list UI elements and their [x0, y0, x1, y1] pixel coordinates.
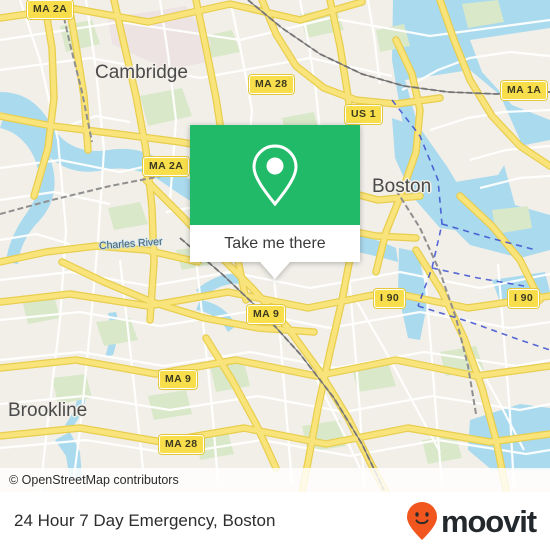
highway-shield[interactable]: MA 9 — [159, 370, 198, 389]
osm-attribution-text[interactable]: © OpenStreetMap contributors — [0, 473, 179, 487]
highway-shield[interactable]: MA 9 — [247, 305, 286, 324]
moovit-logo[interactable]: moovit — [405, 501, 537, 541]
highway-shield[interactable]: MA 28 — [249, 75, 294, 94]
highway-shield[interactable]: I 90 — [508, 289, 540, 308]
callout-icon-area — [190, 125, 360, 225]
moovit-wordmark: moovit — [440, 503, 537, 539]
map-place-label: Boston — [372, 176, 432, 197]
location-callout-card[interactable]: Take me there — [190, 125, 360, 279]
highway-shield[interactable]: US 1 — [345, 105, 382, 124]
highway-shield[interactable]: MA 1A — [501, 81, 548, 100]
map-place-label: Cambridge — [95, 62, 188, 83]
highway-shield[interactable]: MA 2A — [27, 0, 74, 19]
callout-pointer — [260, 262, 290, 279]
map-pin-icon — [252, 144, 298, 207]
footer-content: 24 Hour 7 Day Emergency, Boston moovit — [0, 492, 550, 550]
map-canvas[interactable]: Cambridge Boston Brookline Charles River… — [0, 0, 550, 492]
footer-bar: 24 Hour 7 Day Emergency, Boston moovit — [0, 492, 550, 550]
highway-shield[interactable]: I 90 — [374, 289, 406, 308]
take-me-there-button[interactable]: Take me there — [190, 225, 360, 262]
moovit-smiley-pin-icon — [406, 502, 437, 540]
place-title: 24 Hour 7 Day Emergency, Boston — [14, 511, 276, 530]
map-place-label: Brookline — [8, 400, 88, 421]
highway-shield[interactable]: MA 28 — [159, 435, 204, 454]
highway-shield[interactable]: MA 2A — [143, 157, 190, 176]
take-me-there-label: Take me there — [224, 234, 326, 252]
map-attribution-bar: © OpenStreetMap contributors — [0, 468, 550, 492]
map-share-card: Cambridge Boston Brookline Charles River… — [0, 0, 550, 550]
